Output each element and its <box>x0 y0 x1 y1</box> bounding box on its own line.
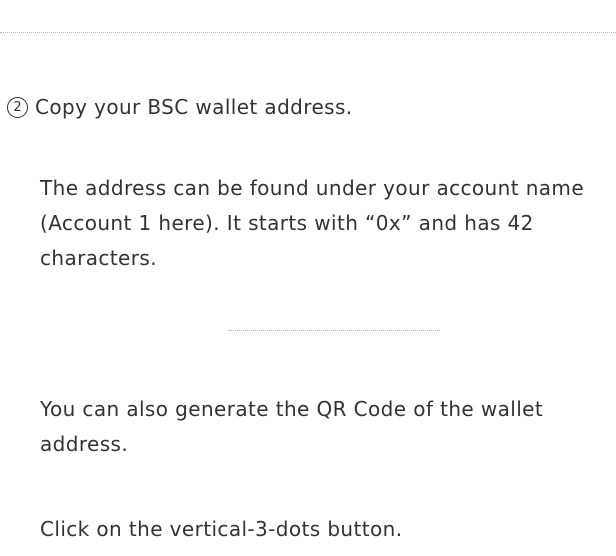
paragraph-qr-code: You can also generate the QR Code of the… <box>40 397 544 456</box>
step-heading: 2 Copy your BSC wallet address. <box>7 93 353 121</box>
step-number-badge: 2 <box>7 96 28 118</box>
step-heading-text: Copy your BSC wallet address. <box>35 95 353 119</box>
document-body: 2 Copy your BSC wallet address. The addr… <box>0 0 616 556</box>
section-divider-top <box>0 32 616 33</box>
section-divider-middle <box>228 330 440 331</box>
paragraph-address-info: The address can be found under your acco… <box>40 176 585 270</box>
paragraph-click-dots: Click on the vertical-3-dots button. <box>40 517 403 541</box>
